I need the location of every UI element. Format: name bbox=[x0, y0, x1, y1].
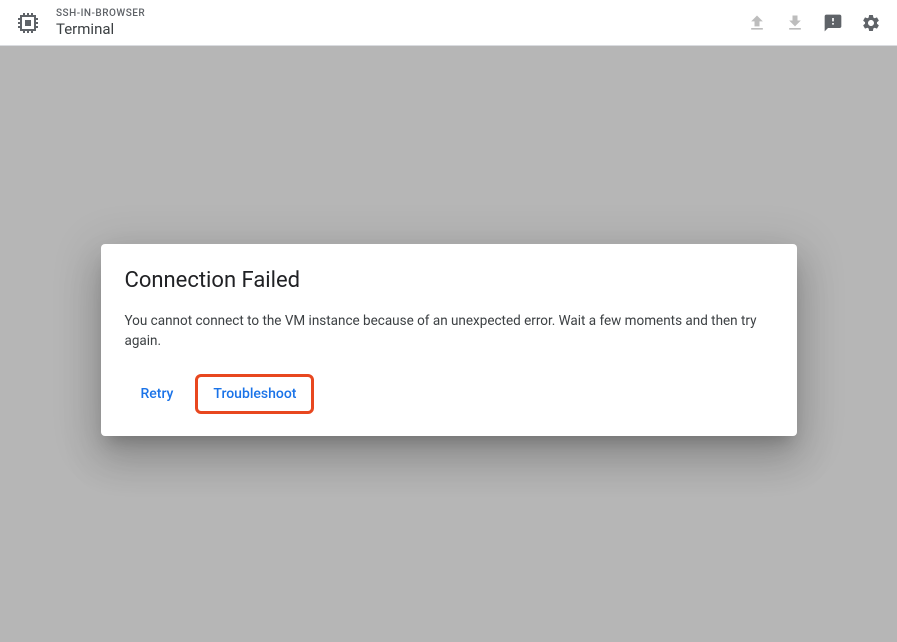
header-title: Terminal bbox=[56, 20, 145, 38]
header-toolbar bbox=[747, 13, 881, 33]
header-subtitle: SSH-IN-BROWSER bbox=[56, 8, 145, 20]
header-titles: SSH-IN-BROWSER Terminal bbox=[56, 8, 145, 38]
header-left: SSH-IN-BROWSER Terminal bbox=[16, 8, 145, 38]
troubleshoot-button[interactable]: Troubleshoot bbox=[197, 376, 312, 412]
gear-icon[interactable] bbox=[861, 13, 881, 33]
modal-overlay: Connection Failed You cannot connect to … bbox=[0, 46, 897, 642]
dialog-title: Connection Failed bbox=[125, 268, 773, 293]
upload-icon[interactable] bbox=[747, 13, 767, 33]
dialog-actions: Retry Troubleshoot bbox=[125, 376, 773, 412]
chip-icon bbox=[16, 11, 40, 35]
retry-button[interactable]: Retry bbox=[125, 376, 190, 412]
download-icon[interactable] bbox=[785, 13, 805, 33]
connection-failed-dialog: Connection Failed You cannot connect to … bbox=[101, 244, 797, 436]
dialog-message: You cannot connect to the VM instance be… bbox=[125, 311, 773, 352]
feedback-icon[interactable] bbox=[823, 13, 843, 33]
app-header: SSH-IN-BROWSER Terminal bbox=[0, 0, 897, 46]
